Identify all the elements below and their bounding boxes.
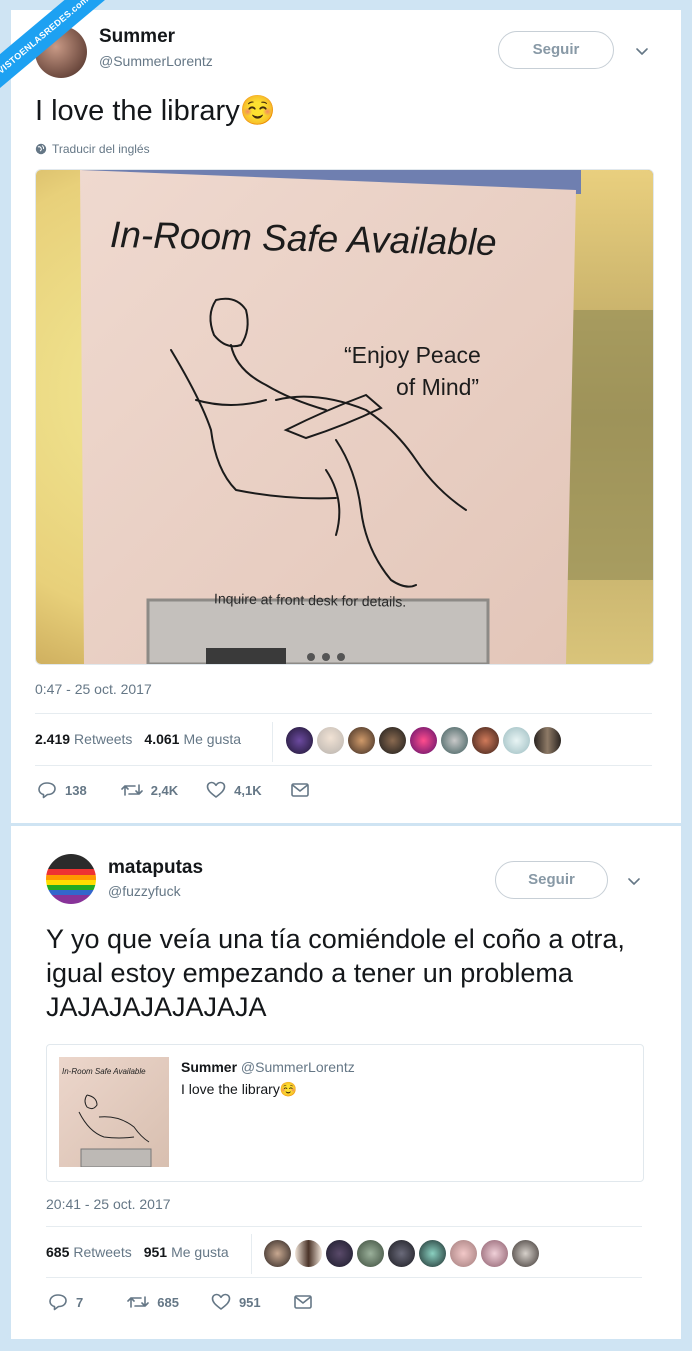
- tweet-photo[interactable]: In-Room Safe Available “Enjoy Peace of M…: [35, 169, 654, 665]
- likes-label[interactable]: Me gusta: [171, 1244, 229, 1260]
- author-name[interactable]: Summer: [99, 26, 175, 48]
- retweet-button[interactable]: 685: [127, 1294, 179, 1310]
- like-count: 951: [238, 1294, 261, 1310]
- heart-icon: [211, 1293, 231, 1310]
- liker-avatar[interactable]: [503, 727, 530, 754]
- envelope-icon: [290, 783, 309, 797]
- follow-button[interactable]: Seguir: [498, 31, 614, 69]
- reply-count: 138: [65, 782, 87, 798]
- divider: [35, 765, 652, 766]
- tweet-actions: 138 2,4K 4,1K: [37, 781, 310, 799]
- tweet-actions: 7 685 951: [48, 1293, 313, 1311]
- like-count: 4,1K: [234, 782, 262, 798]
- likes-count[interactable]: 951: [144, 1244, 167, 1260]
- retweets-label[interactable]: Retweets: [74, 731, 132, 747]
- retweet-button[interactable]: 2,4K: [120, 782, 179, 798]
- envelope-icon: [293, 1295, 312, 1309]
- direct-message-button[interactable]: [290, 782, 310, 798]
- liker-avatars: [286, 727, 561, 754]
- heart-icon: [206, 781, 226, 798]
- quoted-tweet[interactable]: In-Room Safe Available Summer @SummerLor…: [46, 1044, 644, 1182]
- reply-count: 7: [76, 1294, 84, 1310]
- reply-button[interactable]: 7: [48, 1293, 83, 1311]
- reply-icon: [49, 1294, 67, 1311]
- like-button[interactable]: 951: [211, 1293, 261, 1311]
- quoted-text: I love the library☺️: [181, 1081, 298, 1097]
- liker-avatar[interactable]: [512, 1240, 539, 1267]
- engagement-stats: 685 Retweets 951 Me gusta: [46, 1244, 229, 1260]
- liker-avatar[interactable]: [410, 727, 437, 754]
- author-handle[interactable]: @fuzzyfuck: [108, 883, 181, 899]
- liker-avatar[interactable]: [348, 727, 375, 754]
- liker-avatar[interactable]: [317, 727, 344, 754]
- direct-message-button[interactable]: [293, 1294, 313, 1310]
- liker-avatar[interactable]: [388, 1240, 415, 1267]
- liker-avatar[interactable]: [419, 1240, 446, 1267]
- photo-headline: In-Room Safe Available: [109, 213, 498, 264]
- retweets-count[interactable]: 2.419: [35, 731, 70, 747]
- stats-separator: [251, 1234, 252, 1274]
- translate-link[interactable]: Traducir del inglés: [35, 142, 150, 156]
- like-button[interactable]: 4,1K: [206, 781, 262, 799]
- reply-icon: [38, 782, 56, 799]
- retweets-count[interactable]: 685: [46, 1244, 69, 1260]
- retweets-label[interactable]: Retweets: [73, 1244, 131, 1260]
- liker-avatar[interactable]: [264, 1240, 291, 1267]
- tweet-card: Summer @SummerLorentz Seguir I love the …: [11, 10, 681, 823]
- tweet-text: I love the library☺️: [35, 95, 276, 127]
- retweet-count: 685: [157, 1294, 179, 1310]
- divider: [46, 1226, 642, 1227]
- liker-avatar[interactable]: [534, 727, 561, 754]
- tweet-timestamp[interactable]: 0:47 - 25 oct. 2017: [35, 681, 152, 697]
- reply-button[interactable]: 138: [37, 781, 87, 799]
- retweet-icon: [127, 1296, 150, 1308]
- quoted-author-handle: @SummerLorentz: [240, 1059, 355, 1075]
- liker-avatar[interactable]: [450, 1240, 477, 1267]
- photo-quote-line1: “Enjoy Peace: [344, 342, 481, 368]
- photo-footer: Inquire at front desk for details.: [213, 590, 407, 610]
- divider: [46, 1277, 642, 1278]
- tweet-text: Y yo que veía una tía comiéndole el coño…: [46, 924, 625, 1022]
- follow-button[interactable]: Seguir: [495, 861, 608, 899]
- tweet-card: mataputas @fuzzyfuck Seguir Y yo que veí…: [11, 826, 681, 1339]
- author-handle[interactable]: @SummerLorentz: [99, 53, 213, 69]
- chevron-down-icon[interactable]: [634, 43, 650, 59]
- likes-count[interactable]: 4.061: [144, 731, 179, 747]
- liker-avatar[interactable]: [326, 1240, 353, 1267]
- liker-avatar[interactable]: [357, 1240, 384, 1267]
- retweet-icon: [120, 784, 143, 796]
- liker-avatar[interactable]: [286, 727, 313, 754]
- liker-avatar[interactable]: [472, 727, 499, 754]
- likes-label[interactable]: Me gusta: [183, 731, 241, 747]
- liker-avatar[interactable]: [295, 1240, 322, 1267]
- liker-avatars: [264, 1240, 539, 1267]
- liker-avatar[interactable]: [379, 727, 406, 754]
- photo-quote-line2: of Mind”: [396, 374, 480, 400]
- retweet-count: 2,4K: [150, 782, 179, 798]
- stats-separator: [272, 722, 273, 762]
- tweet-timestamp[interactable]: 20:41 - 25 oct. 2017: [46, 1196, 171, 1212]
- author-name[interactable]: mataputas: [108, 857, 203, 879]
- globe-icon: [35, 143, 47, 155]
- translate-label: Traducir del inglés: [52, 142, 150, 156]
- liker-avatar[interactable]: [481, 1240, 508, 1267]
- divider: [35, 713, 652, 714]
- engagement-stats: 2.419 Retweets 4.061 Me gusta: [35, 731, 241, 747]
- author-avatar[interactable]: [46, 854, 96, 904]
- quoted-thumbnail: In-Room Safe Available: [59, 1057, 169, 1167]
- quoted-author-name: Summer: [181, 1059, 238, 1075]
- chevron-down-icon[interactable]: [626, 873, 642, 889]
- liker-avatar[interactable]: [441, 727, 468, 754]
